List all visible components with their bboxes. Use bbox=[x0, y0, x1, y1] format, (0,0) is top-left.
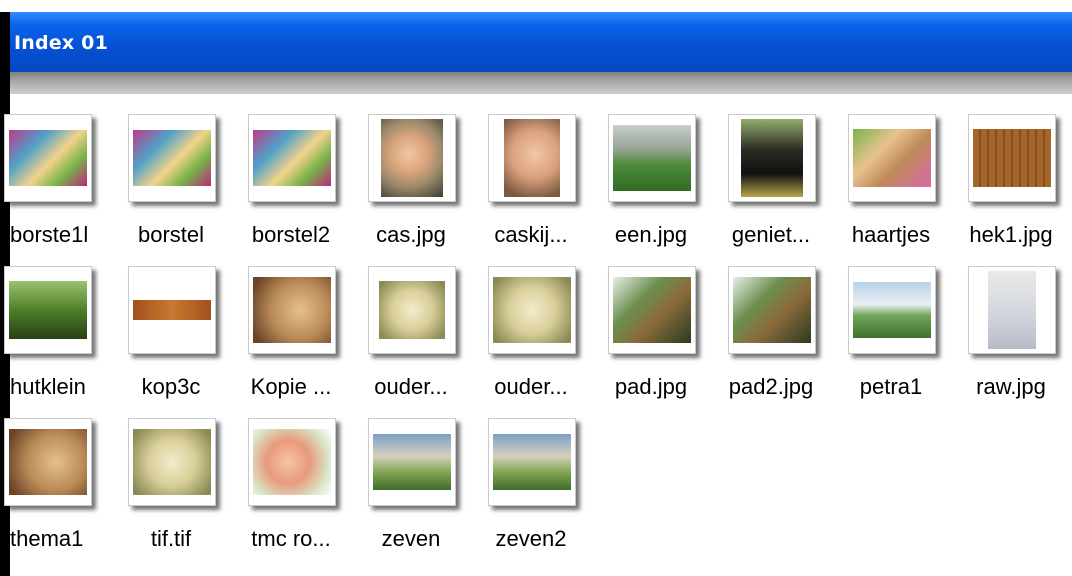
thumbnail-label: ouder... bbox=[374, 374, 448, 399]
thumbnail[interactable] bbox=[128, 114, 216, 202]
thumbnail[interactable] bbox=[248, 114, 336, 202]
thumbnail-label: haartjes bbox=[851, 222, 931, 247]
thumbnail[interactable] bbox=[848, 114, 936, 202]
index-window: Index 01 borste1l borstel borstel2 cas.jpg c… bbox=[0, 0, 1072, 576]
thumbnail[interactable] bbox=[368, 114, 456, 202]
thumbnail[interactable] bbox=[128, 418, 216, 506]
thumbnail-image bbox=[613, 277, 691, 343]
thumbnail-label: Kopie ... bbox=[250, 374, 332, 399]
title-bar[interactable]: Index 01 bbox=[10, 12, 1072, 72]
thumbnail-image bbox=[988, 271, 1036, 349]
thumbnail-label: pad2.jpg bbox=[728, 374, 814, 399]
thumbnail-image bbox=[853, 282, 931, 338]
thumbnail-label: borstel2 bbox=[251, 222, 331, 247]
thumbnail[interactable] bbox=[488, 418, 576, 506]
thumbnail-image bbox=[253, 277, 331, 343]
thumbnail-label: petra1 bbox=[859, 374, 923, 399]
thumbnail[interactable] bbox=[248, 418, 336, 506]
thumbnail-grid: borste1l borstel borstel2 cas.jpg caskij... e… bbox=[4, 94, 1072, 576]
thumbnail[interactable] bbox=[128, 266, 216, 354]
thumbnail[interactable] bbox=[968, 114, 1056, 202]
thumbnail-image bbox=[741, 119, 803, 197]
thumbnail-label: raw.jpg bbox=[976, 374, 1046, 399]
thumbnail-image bbox=[504, 119, 560, 197]
thumbnail[interactable] bbox=[488, 266, 576, 354]
thumbnail[interactable] bbox=[848, 266, 936, 354]
thumbnail-image bbox=[853, 129, 931, 187]
thumbnail-image bbox=[133, 300, 211, 320]
thumbnail-label: pad.jpg bbox=[614, 374, 688, 399]
thumbnail[interactable] bbox=[728, 114, 816, 202]
thumbnail-label: hek1.jpg bbox=[969, 222, 1053, 247]
thumbnail-image bbox=[9, 429, 87, 495]
thumbnail-image bbox=[133, 130, 211, 186]
thumbnail-image bbox=[493, 277, 571, 343]
thumbnail[interactable] bbox=[368, 418, 456, 506]
thumbnail-image bbox=[973, 129, 1051, 187]
toolbar-strip bbox=[10, 72, 1072, 94]
thumbnail[interactable] bbox=[4, 418, 92, 506]
thumbnail-image bbox=[9, 281, 87, 339]
thumbnail-image bbox=[493, 434, 571, 490]
thumbnail-image bbox=[253, 429, 331, 495]
thumbnail-label: tif.tif bbox=[150, 526, 192, 551]
thumbnail-label: ouder... bbox=[494, 374, 568, 399]
thumbnail[interactable] bbox=[488, 114, 576, 202]
thumbnail-image bbox=[253, 130, 331, 186]
thumbnail-image bbox=[133, 429, 211, 495]
thumbnail-label: geniet... bbox=[731, 222, 811, 247]
thumbnail-label: cas.jpg bbox=[376, 222, 446, 247]
top-margin bbox=[0, 0, 1072, 12]
thumbnail-label: zeven2 bbox=[495, 526, 567, 551]
thumbnail-image bbox=[9, 130, 87, 186]
thumbnail-image bbox=[381, 119, 443, 197]
thumbnail[interactable] bbox=[4, 266, 92, 354]
thumbnail-image bbox=[733, 277, 811, 343]
thumbnail[interactable] bbox=[608, 114, 696, 202]
thumbnail-image bbox=[613, 125, 691, 191]
thumbnail-label: een.jpg bbox=[614, 222, 688, 247]
thumbnail-label: caskij... bbox=[494, 222, 568, 247]
thumbnail[interactable] bbox=[728, 266, 816, 354]
thumbnail[interactable] bbox=[968, 266, 1056, 354]
thumbnail-label: zeven bbox=[381, 526, 441, 551]
thumbnail[interactable] bbox=[248, 266, 336, 354]
window-title: Index 01 bbox=[14, 32, 108, 54]
thumbnail[interactable] bbox=[608, 266, 696, 354]
thumbnail-image bbox=[373, 434, 451, 490]
thumbnail-image bbox=[379, 281, 445, 339]
thumbnail[interactable] bbox=[4, 114, 92, 202]
thumbnail-label: tmc ro... bbox=[251, 526, 331, 551]
thumbnail[interactable] bbox=[368, 266, 456, 354]
thumbnail-label: borstel bbox=[137, 222, 205, 247]
thumbnail-label: kop3c bbox=[141, 374, 201, 399]
